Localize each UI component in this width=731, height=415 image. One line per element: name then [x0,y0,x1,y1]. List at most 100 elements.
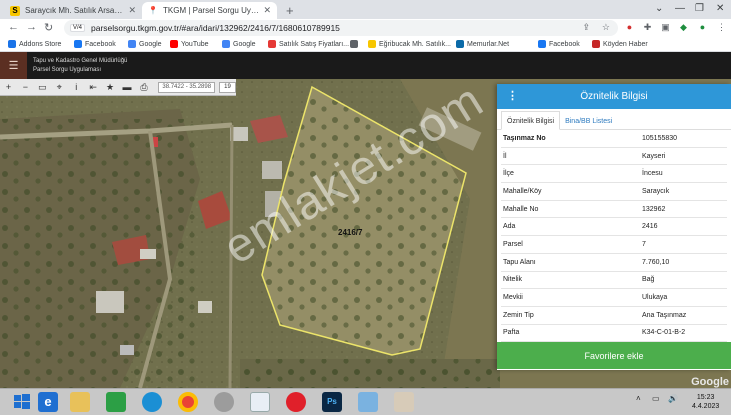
close-window-icon[interactable]: ✕ [716,3,724,14]
file-explorer-icon[interactable] [70,392,90,412]
app-header: ☰ Tapu ve Kadastro Genel Müdürlüğü Parse… [0,52,731,79]
bookmark-item[interactable]: Eğribucak Mh. Satılık... [368,40,451,48]
tab-attributes[interactable]: Öznitelik Bilgisi [501,111,561,130]
hamburger-menu-icon[interactable]: ☰ [0,52,27,79]
url-text: parselsorgu.tkgm.gov.tr/#ara/idari/13296… [91,23,340,33]
attribute-key: İl [503,152,507,160]
attribute-value: Saraycık [642,187,670,195]
memurlar-icon [456,40,464,48]
sahibinden-icon [368,40,376,48]
sahibinden-icon [268,40,276,48]
attribute-row: İl Kayseri [501,148,727,166]
info-icon[interactable]: i [68,82,85,92]
share-icon[interactable]: ⇪ [582,22,590,33]
browser-toolbar: ← → ↻ V/4 parselsorgu.tkgm.gov.tr/#ara/i… [0,19,731,37]
forward-arrow-icon[interactable]: → [26,21,37,33]
volume-icon[interactable]: 🔊 [668,394,678,403]
screen: S Saraycık Mh. Satılık Arsa İlanları ve … [0,0,731,415]
bookmark-item[interactable]: YouTube [170,40,209,48]
attribute-value: 105155830 [642,134,678,142]
attribute-key: Parsel [503,240,523,248]
extension-icon[interactable]: ▣ [660,22,671,33]
browser-tab-sahibinden[interactable]: S Saraycık Mh. Satılık Arsa İlanları ve … [4,2,142,19]
chrome-icon[interactable] [178,392,198,412]
add-to-favorites-button[interactable]: Favorilere ekle [497,342,731,369]
measure-area-icon[interactable]: ▭ [34,82,51,93]
attribute-value: 2416 [642,223,658,231]
address-bar[interactable]: V/4 parselsorgu.tkgm.gov.tr/#ara/idari/1… [64,20,618,36]
locate-icon[interactable]: ⌖ [51,82,68,93]
bookmark-item[interactable]: Satılık Satış Fiyatları... [268,40,349,48]
layers-icon[interactable]: ▬ [119,82,136,92]
ruler-icon[interactable]: ⇤ [85,82,102,93]
bookmark-item[interactable]: Memurlar.Net [456,40,509,48]
zoom-in-icon[interactable]: + [0,82,17,92]
system-clock[interactable]: 15:23 4.4.2023 [692,393,719,411]
opera-icon[interactable] [286,392,306,412]
store-icon[interactable] [106,392,126,412]
parcel-label: 2416/7 [338,228,363,237]
screen-capture-icon[interactable] [358,392,378,412]
reload-icon[interactable]: ↻ [44,21,53,34]
facebook-icon [538,40,546,48]
bookmark-label: Satılık Satış Fiyatları... [279,40,350,48]
attribute-row: Mevkii Ulukaya [501,289,727,307]
attribute-row: Parsel 7 [501,236,727,254]
attribute-key: Nitelik [503,276,523,284]
zoom-out-icon[interactable]: − [17,82,34,92]
chevron-up-icon[interactable]: ˄ [636,394,641,403]
close-tab-icon[interactable]: ✕ [128,5,136,16]
avatar-icon[interactable]: ● [697,22,708,33]
bookmark-item[interactable]: Google [222,40,256,48]
kebab-menu-icon[interactable]: ⋮ [716,22,727,33]
bookmark-label: Addons Store [19,40,62,48]
paint-icon[interactable] [394,392,414,412]
bookmark-item[interactable] [350,40,361,48]
panel-title: Öznitelik Bilgisi [580,91,648,102]
panel-tabs: Öznitelik Bilgisi Bina/BB Listesi [497,109,731,130]
tab-building-list[interactable]: Bina/BB Listesi [560,112,617,129]
kebab-menu-icon[interactable]: ⋮ [507,89,518,102]
clock-date: 4.4.2023 [692,403,720,410]
koyden-icon [592,40,600,48]
attribute-value: 7.760,10 [642,258,670,266]
network-icon[interactable]: ▭ [652,394,660,403]
attribute-value: Kayseri [642,152,666,160]
photoshop-icon[interactable]: Ps [322,392,342,412]
shield-icon[interactable]: ◆ [678,22,689,33]
edge-legacy-icon[interactable]: e [38,392,58,412]
bookmark-item[interactable]: Facebook [538,40,580,48]
bookmark-item[interactable]: Facebook [74,40,116,48]
google-logo: Google [691,376,729,388]
windows-start-icon[interactable] [12,392,32,412]
bookmark-label: Köyden Haber [603,40,648,48]
back-arrow-icon[interactable]: ← [8,21,19,33]
bookmark-item[interactable]: Addons Store [8,40,61,48]
browser-tab-tkgm[interactable]: 📍 TKGM | Parsel Sorgu Uygulaması ✕ [142,2,277,19]
attribute-table: Taşınmaz No 105155830 İl Kayseri İlçe İncesu M… [497,130,731,343]
attribute-value: İncesu [642,170,663,178]
bookmark-item[interactable]: Köyden Haber [592,40,648,48]
bookmark-star-icon[interactable]: ☆ [602,22,610,33]
edge-icon[interactable] [142,392,162,412]
youtube-icon [170,40,178,48]
close-tab-icon[interactable]: ✕ [263,5,271,16]
attribute-key: Mahalle/Köy [503,187,542,195]
chevron-down-icon[interactable]: ⌄ [655,3,663,14]
favorite-star-icon[interactable]: ★ [102,82,119,93]
puzzle-icon[interactable]: ✚ [642,22,653,33]
app-name: Parsel Sorgu Uygulaması [33,67,102,73]
windows-taskbar: e Ps ˄ ▭ 🔊 15:23 4.4.2023 [0,388,731,415]
attribute-key: Taşınmaz No [503,134,546,142]
bookmark-item[interactable]: Google [128,40,162,48]
document-icon[interactable] [250,392,270,412]
vpn-browser-icon[interactable] [214,392,234,412]
print-icon[interactable]: ⎙ [136,82,153,93]
attribute-value: Ana Taşınmaz [642,311,687,319]
attribute-row: Pafta K34-C-01-B-2 [501,325,727,343]
new-tab-button[interactable]: + [286,3,294,18]
attribute-key: Mahalle No [503,205,539,213]
extension-icon[interactable]: ● [624,22,635,33]
maximize-icon[interactable]: ❐ [695,3,704,14]
minimize-icon[interactable]: — [675,3,685,14]
